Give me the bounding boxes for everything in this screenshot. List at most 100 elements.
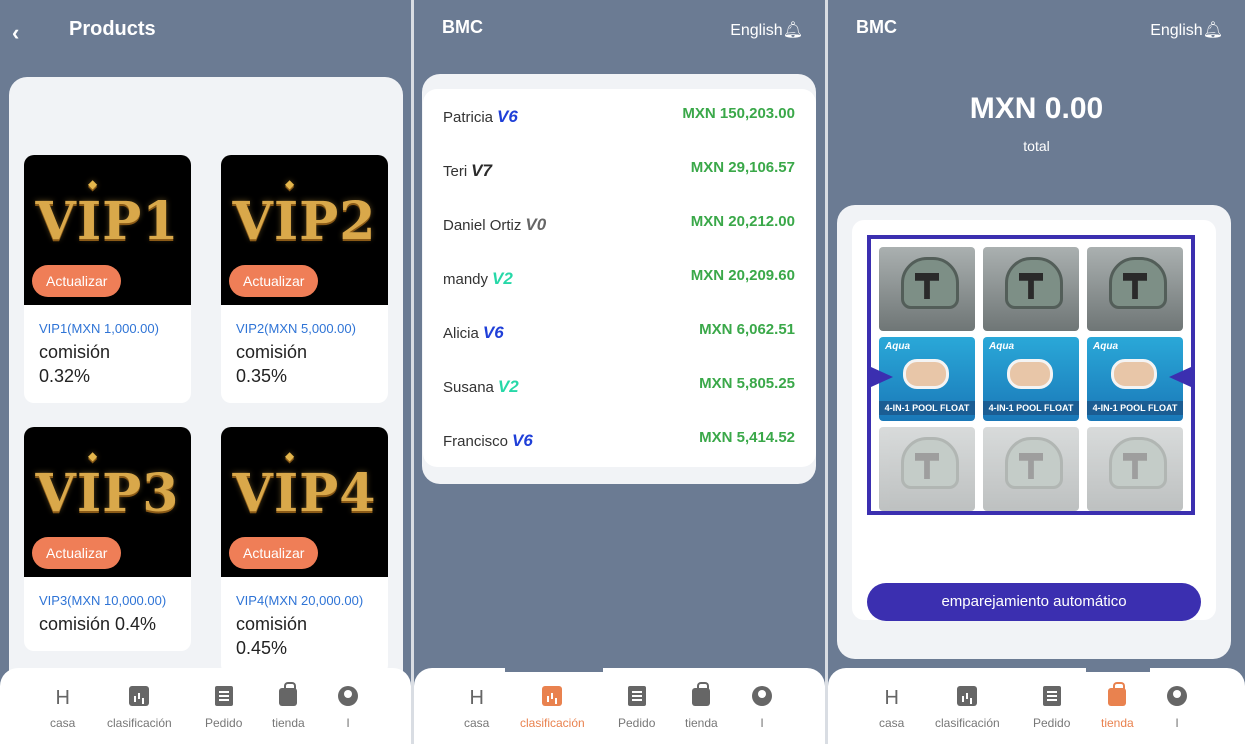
carousel-pointer-right-icon [1169,367,1191,387]
carousel-pointer-left-icon [871,367,893,387]
tab-casa[interactable]: Hcasa [50,686,75,730]
vip-card-1[interactable]: ◆ VIP1 Actualizar VIP1(MXN 1,000.00) comi… [24,155,191,403]
tab-pedido[interactable]: Pedido [1033,686,1070,730]
amount: MXN 29,106.57 [690,159,795,176]
level-badge: V6 [497,107,518,126]
level-badge: V0 [525,215,547,234]
auto-match-button[interactable]: emparejamiento automático [867,583,1201,621]
bottom-tab-bar: Hcasa clasificación Pedido tienda I [0,668,411,744]
tab-profile[interactable]: I [752,686,772,730]
tab-tienda[interactable]: tienda [272,682,305,730]
vip-image: ◆ VIP2 Actualizar [221,155,388,305]
list-item: Alicia V6 MXN 6,062.51 [443,321,795,342]
product-image [879,247,975,331]
vip-card-2[interactable]: ◆ VIP2 Actualizar VIP2(MXN 5,000.00) comi… [221,155,388,403]
brand-title: BMC [856,17,897,37]
product-grid: Aqua 4-IN-1 POOL FLOAT Aqua 4-IN-1 POOL FL… [879,247,1183,511]
tab-profile[interactable]: I [338,686,358,730]
vip-logo: ◆ VIP3 [35,449,180,524]
screens: ‹ Products ◆ VIP1 Actualizar VIP1(MXN 1,0… [0,0,1245,744]
tab-pedido[interactable]: Pedido [205,686,242,730]
vip-commission: comisión 0.32% [39,342,111,386]
product-image [879,427,975,511]
amount: MXN 20,209.60 [690,267,795,284]
tab-clasificacion[interactable]: clasificación [520,686,585,730]
vip-card-4[interactable]: ◆ VIP4 Actualizar VIP4(MXN 20,000.00) com… [221,427,388,675]
tab-casa[interactable]: Hcasa [464,686,489,730]
chart-icon [129,686,150,706]
document-icon [1042,686,1061,706]
language-selector[interactable]: English🔔︎ [730,20,803,40]
document-icon [627,686,646,706]
list-item: Teri V7 MXN 29,106.57 [443,159,795,180]
bottom-tab-bar: Hcasa clasificación Pedido tienda I [414,668,825,744]
user-icon [1167,686,1187,706]
product-carousel[interactable]: Aqua 4-IN-1 POOL FLOAT Aqua 4-IN-1 POOL FL… [867,235,1195,515]
h-icon: H [884,687,899,709]
bell-icon[interactable]: 🔔︎ [1203,20,1223,40]
vip-logo: ◆ VIP2 [232,177,377,252]
diamond-icon: ◆ [285,449,296,463]
vip-price: VIP4(MXN 20,000.00) [236,593,364,608]
amount: MXN 5,414.52 [699,429,795,446]
chart-icon [542,686,563,706]
upgrade-button[interactable]: Actualizar [229,265,319,297]
upgrade-button[interactable]: Actualizar [229,537,319,569]
diamond-icon: ◆ [88,177,99,191]
vip-price: VIP3(MXN 10,000.00) [39,593,167,608]
ranking-list: Patricia V6 MXN 150,203.00 Teri V7 MXN 29,… [423,89,816,467]
vip-card-3[interactable]: ◆ VIP3 Actualizar VIP3(MXN 10,000.00) com… [24,427,191,651]
upgrade-button[interactable]: Actualizar [32,537,122,569]
product-image: Aqua 4-IN-1 POOL FLOAT [879,337,975,421]
product-image [983,247,1079,331]
product-image [1087,247,1183,331]
vip-logo: ◆ VIP1 [35,177,180,252]
tab-tienda[interactable]: tienda [1101,682,1134,730]
h-icon: H [55,687,70,709]
user-icon [338,686,358,706]
tab-profile[interactable]: I [1167,686,1187,730]
total-amount: MXN 0.00 [969,92,1104,125]
total-label: total [1023,138,1050,154]
vip-image: ◆ VIP3 Actualizar [24,427,191,577]
vip-price: VIP1(MXN 1,000.00) [39,321,159,336]
chart-icon [957,686,978,706]
amount: MXN 150,203.00 [682,105,795,122]
level-badge: V6 [482,323,504,342]
vip-logo: ◆ VIP4 [232,449,377,524]
tab-clasificacion[interactable]: clasificación [107,686,172,730]
h-icon: H [469,687,484,709]
list-item: Susana V2 MXN 5,805.25 [443,375,795,396]
diamond-icon: ◆ [88,449,99,463]
page-title: Products [69,18,156,40]
vip-image: ◆ VIP4 Actualizar [221,427,388,577]
shop-screen: BMC English🔔︎ MXN 0.00 total Aqua 4-IN-1 … [828,0,1245,744]
bell-icon[interactable]: 🔔︎ [783,20,803,40]
bottom-tab-bar: Hcasa clasificación Pedido tienda I [828,668,1245,744]
vip-commission: comisión 0.45% [236,614,308,658]
vip-commission: comisión 0.4% [39,614,157,634]
upgrade-button[interactable]: Actualizar [32,265,122,297]
diamond-icon: ◆ [285,177,296,191]
tab-casa[interactable]: Hcasa [879,686,904,730]
amount: MXN 6,062.51 [699,321,795,338]
product-image: Aqua 4-IN-1 POOL FLOAT [983,337,1079,421]
product-image [1087,427,1183,511]
brand-title: BMC [442,17,483,37]
language-selector[interactable]: English🔔︎ [1150,20,1223,40]
level-badge: V2 [492,269,513,288]
tab-tienda[interactable]: tienda [685,682,718,730]
document-icon [214,686,233,706]
tab-clasificacion[interactable]: clasificación [935,686,1000,730]
level-badge: V2 [497,377,519,396]
active-tab-indicator [505,668,603,672]
shopping-bag-icon [1108,682,1127,706]
list-item: Daniel Ortiz V0 MXN 20,212.00 [443,213,795,234]
ranking-screen: BMC English🔔︎ Patricia V6 MXN 150,203.00 … [414,0,825,744]
amount: MXN 20,212.00 [690,213,795,230]
list-item: Patricia V6 MXN 150,203.00 [443,105,795,126]
level-badge: V7 [471,161,492,180]
tab-pedido[interactable]: Pedido [618,686,655,730]
vip-image: ◆ VIP1 Actualizar [24,155,191,305]
back-arrow-icon[interactable]: ‹ [12,20,19,46]
